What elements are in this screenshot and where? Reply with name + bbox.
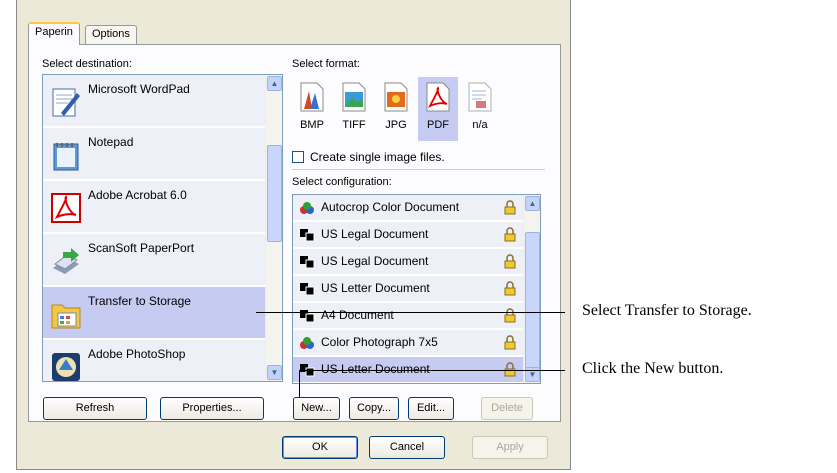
bw-config-icon (300, 283, 315, 296)
scroll-thumb[interactable] (267, 145, 282, 242)
destination-item-paperport[interactable]: ScanSoft PaperPort (43, 234, 267, 286)
config-item[interactable]: Autocrop Color Document (293, 195, 525, 221)
callout-line-new (299, 370, 565, 371)
copy-button[interactable]: Copy... (349, 397, 399, 420)
single-image-checkbox[interactable] (292, 151, 304, 163)
lock-icon (504, 281, 516, 296)
format-label: Select format: (292, 58, 360, 70)
tab-label: Paperin (35, 26, 73, 38)
pdf-icon (426, 82, 450, 112)
tab-paperin[interactable]: Paperin (28, 22, 80, 45)
storage-folder-icon (51, 304, 81, 329)
scroll-thumb[interactable] (525, 232, 540, 369)
delete-button[interactable]: Delete (481, 397, 533, 420)
config-item[interactable]: US Letter Document (293, 276, 525, 302)
lock-icon (504, 200, 516, 215)
config-item[interactable]: Color Photograph 7x5 (293, 330, 525, 356)
config-name: US Legal Document (321, 254, 429, 268)
apply-button[interactable]: Apply (472, 436, 548, 459)
callout-line-transfer (256, 312, 565, 313)
format-name: TIFF (342, 119, 366, 131)
bmp-icon (300, 82, 324, 112)
format-jpg[interactable]: JPG (376, 77, 416, 141)
destination-list[interactable]: Microsoft WordPad Notepad Adobe Acrobat … (42, 74, 283, 382)
lock-icon (504, 335, 516, 350)
configuration-list[interactable]: Autocrop Color Document US Legal Documen… (292, 194, 541, 384)
edit-button[interactable]: Edit... (408, 397, 454, 420)
properties-button[interactable]: Properties... (160, 397, 264, 420)
format-name: BMP (300, 119, 324, 131)
configuration-scrollbar[interactable]: ▲ ▼ (523, 195, 540, 383)
new-button[interactable]: New... (293, 397, 340, 420)
destination-label: Select destination: (42, 58, 132, 70)
text-format-icon (468, 82, 492, 112)
wordpad-icon (52, 88, 80, 117)
callout-transfer-to-storage: Select Transfer to Storage. (582, 302, 752, 319)
ok-button[interactable]: OK (282, 436, 358, 459)
destination-label-text: Adobe PhotoShop (88, 347, 186, 361)
destination-scrollbar[interactable]: ▲ ▼ (265, 75, 282, 381)
paperin-panel: Select destination: Microsoft WordPad No… (28, 44, 561, 422)
destination-item-wordpad[interactable]: Microsoft WordPad (43, 75, 267, 127)
callout-line-new-vertical (299, 370, 300, 398)
notepad-icon (53, 143, 79, 171)
tiff-icon (342, 82, 366, 112)
scroll-up-button[interactable]: ▲ (267, 76, 282, 91)
format-na[interactable]: n/a (460, 77, 500, 141)
configuration-label: Select configuration: (292, 176, 392, 188)
scroll-down-button[interactable]: ▼ (267, 365, 282, 380)
format-name: JPG (385, 119, 407, 131)
bw-config-icon (300, 256, 315, 269)
cancel-button[interactable]: Cancel (369, 436, 445, 459)
format-bmp[interactable]: BMP (292, 77, 332, 141)
config-item[interactable]: US Legal Document (293, 249, 525, 275)
format-tiff[interactable]: TIFF (334, 77, 374, 141)
config-name: Color Photograph 7x5 (321, 335, 438, 349)
config-name: US Letter Document (321, 281, 430, 295)
destination-item-photoshop[interactable]: Adobe PhotoShop (43, 340, 267, 381)
destination-label-text: Microsoft WordPad (88, 82, 190, 96)
acrobat-icon (51, 193, 81, 223)
destination-label-text: Adobe Acrobat 6.0 (88, 188, 187, 202)
format-pdf[interactable]: PDF (418, 77, 458, 141)
divider (292, 169, 545, 170)
destination-label-text: Transfer to Storage (88, 294, 191, 308)
destination-item-transfer-to-storage[interactable]: Transfer to Storage (43, 287, 267, 339)
paperport-icon (53, 248, 79, 274)
tab-label: Options (92, 28, 130, 40)
config-item[interactable]: US Legal Document (293, 222, 525, 248)
color-config-icon (300, 202, 314, 214)
tab-options[interactable]: Options (85, 25, 137, 44)
lock-icon (504, 308, 516, 323)
lock-icon (504, 227, 516, 242)
photoshop-icon (52, 353, 80, 381)
config-name: US Legal Document (321, 227, 429, 241)
bw-config-icon (300, 229, 315, 242)
callout-new-button: Click the New button. (582, 360, 724, 377)
color-config-icon (300, 337, 314, 349)
destination-label-text: Notepad (88, 135, 134, 149)
jpg-icon (384, 82, 408, 112)
refresh-button[interactable]: Refresh (43, 397, 147, 420)
lock-icon (504, 254, 516, 269)
format-name: PDF (427, 119, 449, 131)
single-image-label: Create single image files. (310, 150, 445, 164)
config-name: US Letter Document (321, 362, 430, 376)
destination-item-notepad[interactable]: Notepad (43, 128, 267, 180)
destination-label-text: ScanSoft PaperPort (88, 241, 195, 255)
config-item[interactable]: A4 Document (293, 303, 525, 329)
scanner-settings-dialog: Paperin Options Select destination: Micr… (16, 0, 571, 470)
destination-item-acrobat[interactable]: Adobe Acrobat 6.0 (43, 181, 267, 233)
config-name: Autocrop Color Document (321, 200, 460, 214)
config-name: A4 Document (321, 308, 394, 322)
scroll-up-button[interactable]: ▲ (525, 196, 540, 211)
format-name: n/a (472, 119, 488, 131)
